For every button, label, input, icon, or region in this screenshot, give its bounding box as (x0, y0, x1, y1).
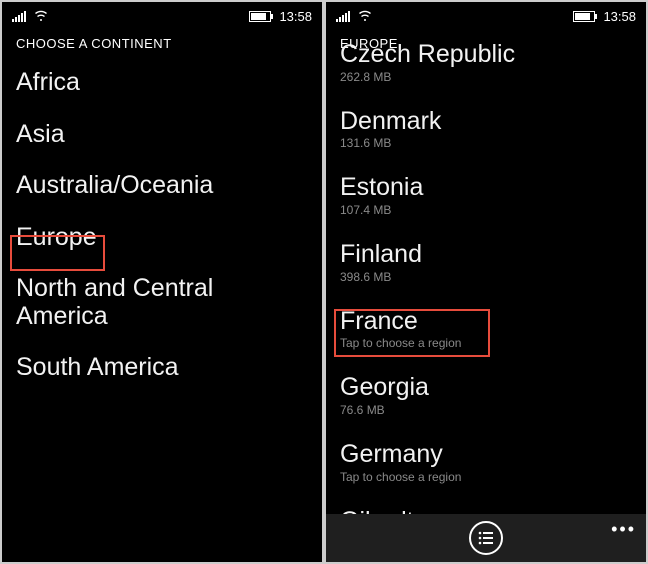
list-icon (478, 531, 494, 545)
item-subtitle: 398.6 MB (340, 271, 632, 284)
list-item-africa[interactable]: Africa (16, 57, 308, 109)
wifi-icon (34, 10, 48, 22)
item-title: Germany (340, 441, 632, 469)
list-item-czech-republic[interactable]: Czech Republic 262.8 MB (340, 41, 632, 96)
battery-icon (249, 11, 271, 22)
page-title: CHOOSE A CONTINENT (2, 26, 322, 57)
status-bar: 13:58 (326, 2, 646, 26)
list-item-australia-oceania[interactable]: Australia/Oceania (16, 160, 308, 212)
clock: 13:58 (603, 9, 636, 24)
clock: 13:58 (279, 9, 312, 24)
item-title: Europe (16, 224, 308, 252)
country-list: Czech Republic 262.8 MB Denmark 131.6 MB… (326, 41, 646, 562)
item-title: Estonia (340, 174, 632, 202)
signal-icon (336, 10, 350, 22)
battery-icon (573, 11, 595, 22)
item-title: Finland (340, 241, 632, 269)
item-title: South America (16, 354, 308, 382)
item-subtitle: 131.6 MB (340, 137, 632, 150)
item-subtitle: Tap to choose a region (340, 471, 632, 484)
item-subtitle: 76.6 MB (340, 404, 632, 417)
item-title: Georgia (340, 374, 632, 402)
item-subtitle: 262.8 MB (340, 71, 632, 84)
list-item-estonia[interactable]: Estonia 107.4 MB (340, 162, 632, 229)
list-item-georgia[interactable]: Georgia 76.6 MB (340, 362, 632, 429)
signal-icon (12, 10, 26, 22)
list-item-germany[interactable]: Germany Tap to choose a region (340, 429, 632, 496)
phone-left: 13:58 CHOOSE A CONTINENT Africa Asia Aus… (2, 2, 322, 562)
item-subtitle: Tap to choose a region (340, 337, 632, 350)
item-title: Denmark (340, 108, 632, 136)
wifi-icon (358, 10, 372, 22)
item-subtitle: 107.4 MB (340, 204, 632, 217)
phone-right: 13:58 EUROPE Czech Republic 262.8 MB Den… (326, 2, 646, 562)
item-title: North and Central America (16, 275, 308, 330)
list-manage-button[interactable] (469, 521, 503, 555)
app-bar: ••• (326, 514, 646, 562)
list-item-denmark[interactable]: Denmark 131.6 MB (340, 96, 632, 163)
list-item-finland[interactable]: Finland 398.6 MB (340, 229, 632, 296)
item-title: Asia (16, 121, 308, 149)
item-title: France (340, 308, 632, 336)
list-item-europe[interactable]: Europe (16, 212, 308, 264)
continent-list: Africa Asia Australia/Oceania Europe Nor… (2, 57, 322, 562)
list-item-north-central-america[interactable]: North and Central America (16, 263, 308, 342)
list-item-south-america[interactable]: South America (16, 342, 308, 394)
list-item-asia[interactable]: Asia (16, 109, 308, 161)
status-bar: 13:58 (2, 2, 322, 26)
list-item-france[interactable]: France Tap to choose a region (340, 296, 632, 363)
item-title: Australia/Oceania (16, 172, 308, 200)
item-title: Czech Republic (340, 41, 632, 69)
item-title: Africa (16, 69, 308, 97)
more-button[interactable]: ••• (611, 520, 636, 538)
